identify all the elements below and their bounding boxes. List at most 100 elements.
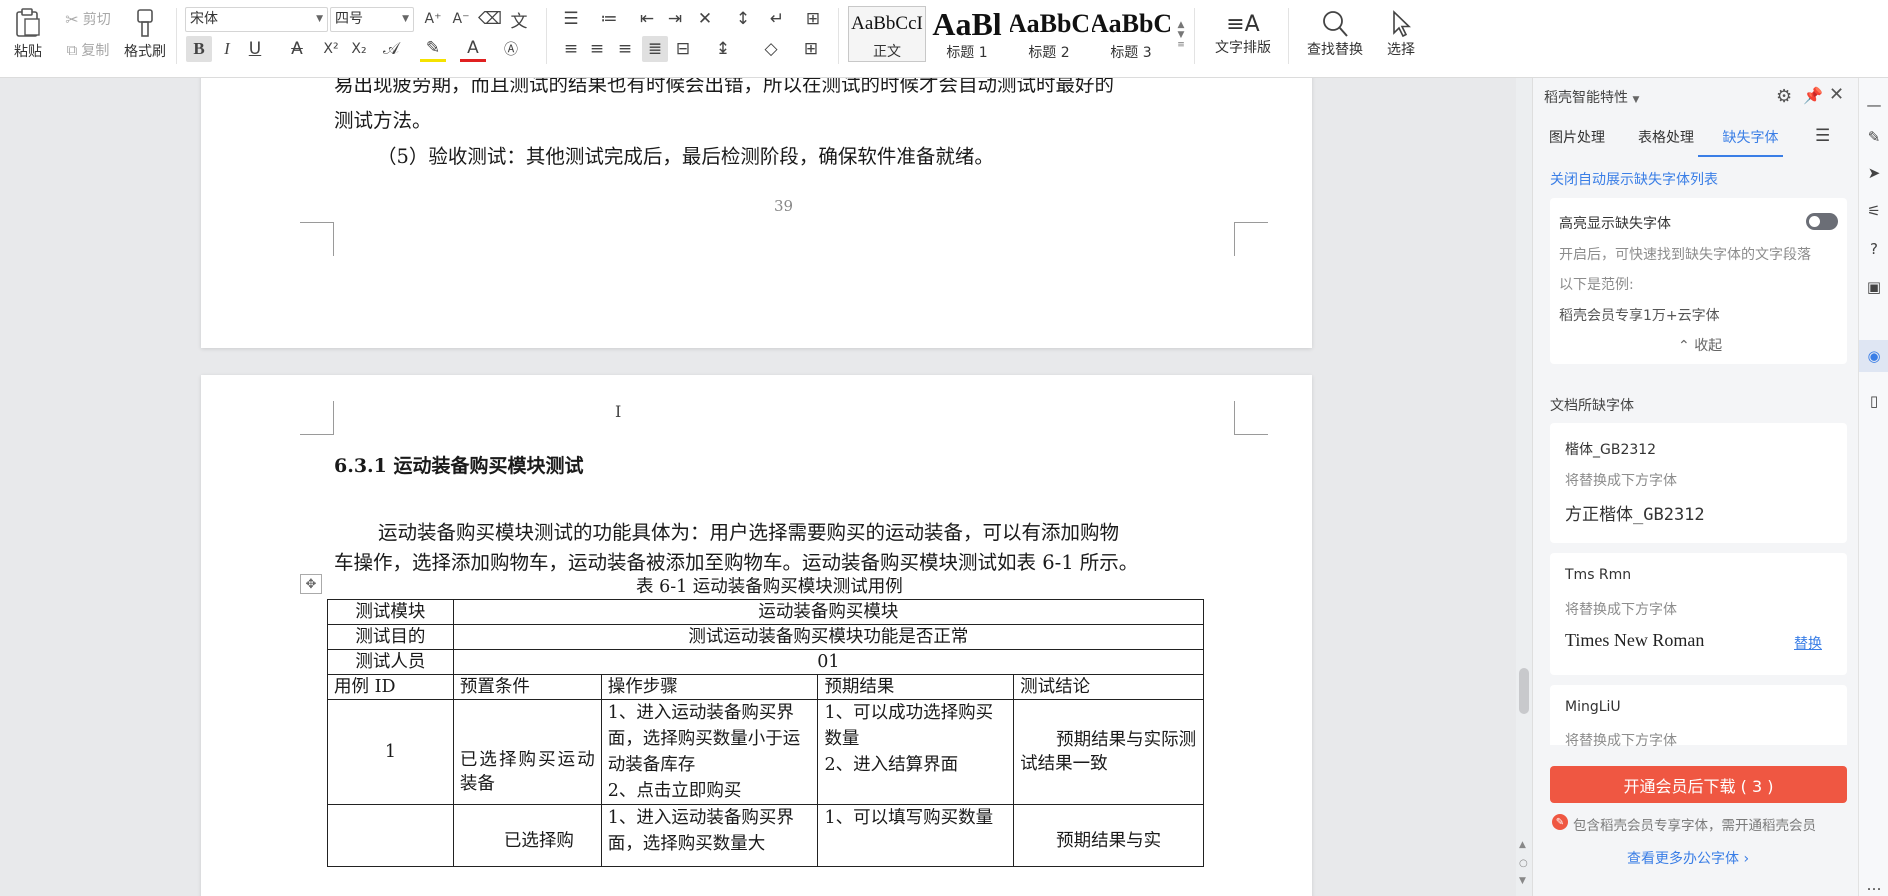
table-cell[interactable]: 测试人员 xyxy=(327,649,454,675)
line-spacing-icon[interactable]: ↨ xyxy=(710,36,736,62)
cursor-icon[interactable]: ➤ xyxy=(1865,164,1883,182)
tab-missing-fonts[interactable]: 缺失字体 xyxy=(1698,127,1783,157)
style-normal[interactable]: AaBbCcI 正文 xyxy=(848,6,926,62)
align-right-icon[interactable]: ≡ xyxy=(612,36,638,62)
table-cell[interactable] xyxy=(327,804,454,867)
subscript-icon[interactable]: X₂ xyxy=(346,36,372,62)
pinyin-icon[interactable]: 文 xyxy=(506,6,532,32)
sort-icon[interactable]: ↕ xyxy=(730,6,756,32)
copy-button[interactable]: ⧉ 复制 xyxy=(58,39,118,61)
table-cell[interactable]: 运动装备购买模块 xyxy=(452,599,1205,625)
table-cell[interactable]: 1、进入运动装备购买界面，选择购买数量大 xyxy=(600,804,819,867)
close-icon[interactable]: ✕ xyxy=(1829,84,1844,105)
image-icon[interactable]: ▣ xyxy=(1865,278,1883,296)
table-header-cell[interactable]: 预期结果 xyxy=(817,674,1015,700)
distribute-icon[interactable]: ⊟ xyxy=(670,36,696,62)
text-layout-button[interactable]: ≡A 文字排版 xyxy=(1204,4,1282,64)
missing-font-card[interactable]: 楷体_GB2312 将替换成下方字体 方正楷体_GB2312 xyxy=(1550,423,1847,543)
style-heading-2[interactable]: AaBbC 标题 2 xyxy=(1010,6,1088,62)
justify-icon[interactable]: ≣ xyxy=(642,36,668,62)
panel-title[interactable]: 稻壳智能特性 ▼ xyxy=(1544,87,1639,107)
table-cell[interactable]: 1、可以填写购买数量 xyxy=(817,804,1015,867)
table-cell[interactable]: 测试目的 xyxy=(327,624,454,650)
align-left-icon[interactable]: ≡ xyxy=(558,36,584,62)
cut-button[interactable]: ✂ 剪切 xyxy=(58,8,118,30)
page-text-line[interactable]: 易出现疲劳期，而且测试的结果也有时候会出错，所以在测试的时候才会自动测试时最好的 xyxy=(334,78,1114,97)
char-border-icon[interactable]: Ⓐ xyxy=(498,36,524,62)
eraser-icon[interactable]: ⌫ xyxy=(477,6,503,32)
document-canvas[interactable]: 易出现疲劳期，而且测试的结果也有时候会出错，所以在测试的时候才会自动测试时最好的… xyxy=(0,78,1516,896)
document-page[interactable]: 易出现疲劳期，而且测试的结果也有时候会出错，所以在测试的时候才会自动测试时最好的… xyxy=(201,78,1312,348)
page-text-line[interactable]: 车操作，选择添加购物车，运动装备被添加至购物车。运动装备购买模块测试如表 6-1… xyxy=(334,546,1138,575)
page-text-line[interactable]: （5）验收测试：其他测试完成后，最后检测阶段，确保软件准备就绪。 xyxy=(377,140,994,169)
chinese-layout-icon[interactable]: ✕ xyxy=(692,6,718,32)
document-scrollbar[interactable]: ▲ ○ ▼ xyxy=(1516,78,1532,896)
format-painter-button[interactable]: 格式刷 xyxy=(120,4,170,64)
indent-icon[interactable]: ⇥ xyxy=(662,6,688,32)
scroll-up-icon[interactable]: ▲ xyxy=(1519,840,1526,850)
table-cell[interactable]: 1 xyxy=(327,699,454,805)
show-marks-icon[interactable]: ↵ xyxy=(764,6,790,32)
style-scroll[interactable]: ▲ ▼ ≡ xyxy=(1174,8,1188,62)
replace-button[interactable]: 替换 xyxy=(1794,633,1822,653)
table-cell[interactable]: 预期结果与实际测试结果一致 xyxy=(1013,699,1204,805)
scrollbar-thumb[interactable] xyxy=(1519,668,1529,714)
pin-icon[interactable]: 📌 xyxy=(1803,86,1823,105)
outdent-icon[interactable]: ⇤ xyxy=(634,6,660,32)
more-fonts-link[interactable]: 查看更多办公字体 › xyxy=(1627,848,1749,868)
missing-font-card[interactable]: MingLiU 将替换成下方字体 xyxy=(1550,685,1847,749)
highlight-icon[interactable]: ✎ xyxy=(420,36,446,62)
page-text-line[interactable]: 运动装备购买模块测试的功能具体为：用户选择需要购买的运动装备，可以有添加购物 xyxy=(378,516,1119,545)
menu-icon[interactable]: ☰ xyxy=(1815,126,1830,146)
table-cell[interactable]: 预期结果与实 xyxy=(1013,804,1204,867)
table-cell[interactable]: 已选择购买运动装备 xyxy=(452,699,602,805)
style-heading-1[interactable]: AaBl 标题 1 xyxy=(928,6,1006,62)
settings-icon[interactable]: ⚙ xyxy=(1776,86,1792,107)
underline-icon[interactable]: U xyxy=(242,36,268,62)
superscript-icon[interactable]: X² xyxy=(318,36,344,62)
minimize-icon[interactable]: — xyxy=(1865,96,1883,114)
italic-icon[interactable]: I xyxy=(214,36,240,62)
table-header-cell[interactable]: 测试结论 xyxy=(1013,674,1204,700)
table-move-handle[interactable]: ✥ xyxy=(300,574,322,594)
fonts-feature-icon[interactable]: ◉ xyxy=(1859,340,1888,372)
table-cell[interactable]: 测试模块 xyxy=(327,599,454,625)
help-icon[interactable]: ? xyxy=(1865,240,1883,258)
table-header-cell[interactable]: 用例 ID xyxy=(327,674,454,700)
tab-image-processing[interactable]: 图片处理 xyxy=(1549,127,1621,155)
shading-icon[interactable]: ◇ xyxy=(758,36,784,62)
more-icon[interactable]: … xyxy=(1865,876,1883,894)
page-text-line[interactable]: 测试方法。 xyxy=(334,104,432,133)
edit-icon[interactable]: ✎ xyxy=(1865,128,1883,146)
font-name-select[interactable]: 宋体 ▼ xyxy=(185,7,328,32)
bullet-list-icon[interactable]: ☰ xyxy=(558,6,584,32)
table-cell[interactable]: 1、可以成功选择购买数量 2、进入结算界面 xyxy=(817,699,1015,805)
scroll-down-icon[interactable]: ▼ xyxy=(1519,876,1526,886)
borders-icon[interactable]: ⊞ xyxy=(798,36,824,62)
table-caption[interactable]: 表 6-1 运动装备购买模块测试用例 xyxy=(636,573,903,598)
table-header-cell[interactable]: 操作步骤 xyxy=(600,674,819,700)
document-page[interactable]: I 6.3.1 运动装备购买模块测试 运动装备购买模块测试的功能具体为：用户选择… xyxy=(201,375,1312,896)
paste-button[interactable]: 粘贴 xyxy=(8,4,48,64)
download-button[interactable]: 开通会员后下载 ( 3 ) xyxy=(1550,766,1847,803)
table-cell[interactable]: 测试运动装备购买模块功能是否正常 xyxy=(452,624,1205,650)
tab-ruler-icon[interactable]: ⊞ xyxy=(800,6,826,32)
test-case-table[interactable]: 测试模块 运动装备购买模块 测试目的 测试运动装备购买模块功能是否正常 测试人员… xyxy=(327,599,1205,867)
section-heading[interactable]: 6.3.1 运动装备购买模块测试 xyxy=(334,451,584,478)
highlight-toggle[interactable] xyxy=(1806,213,1838,230)
book-icon[interactable]: ▯ xyxy=(1865,392,1883,410)
bold-icon[interactable]: B xyxy=(186,36,212,62)
table-cell[interactable]: 已选择购 xyxy=(452,804,602,867)
table-cell[interactable]: 01 xyxy=(452,649,1205,675)
style-heading-3[interactable]: AaBbC 标题 3 xyxy=(1092,6,1170,62)
page-select-icon[interactable]: ○ xyxy=(1519,858,1528,869)
shrink-font-icon[interactable]: A⁻ xyxy=(448,6,474,32)
grow-font-icon[interactable]: A⁺ xyxy=(420,6,446,32)
find-replace-button[interactable]: 查找替换 xyxy=(1296,4,1374,64)
sliders-icon[interactable]: ⚟ xyxy=(1865,202,1883,220)
numbered-list-icon[interactable]: ≔ xyxy=(596,6,622,32)
close-auto-show-link[interactable]: 关闭自动展示缺失字体列表 xyxy=(1550,169,1718,189)
table-cell[interactable]: 1、进入运动装备购买界面，选择购买数量小于运动装备库存 2、点击立即购买 xyxy=(600,699,819,805)
strikethrough-icon[interactable]: A xyxy=(284,36,310,62)
table-header-cell[interactable]: 预置条件 xyxy=(452,674,602,700)
